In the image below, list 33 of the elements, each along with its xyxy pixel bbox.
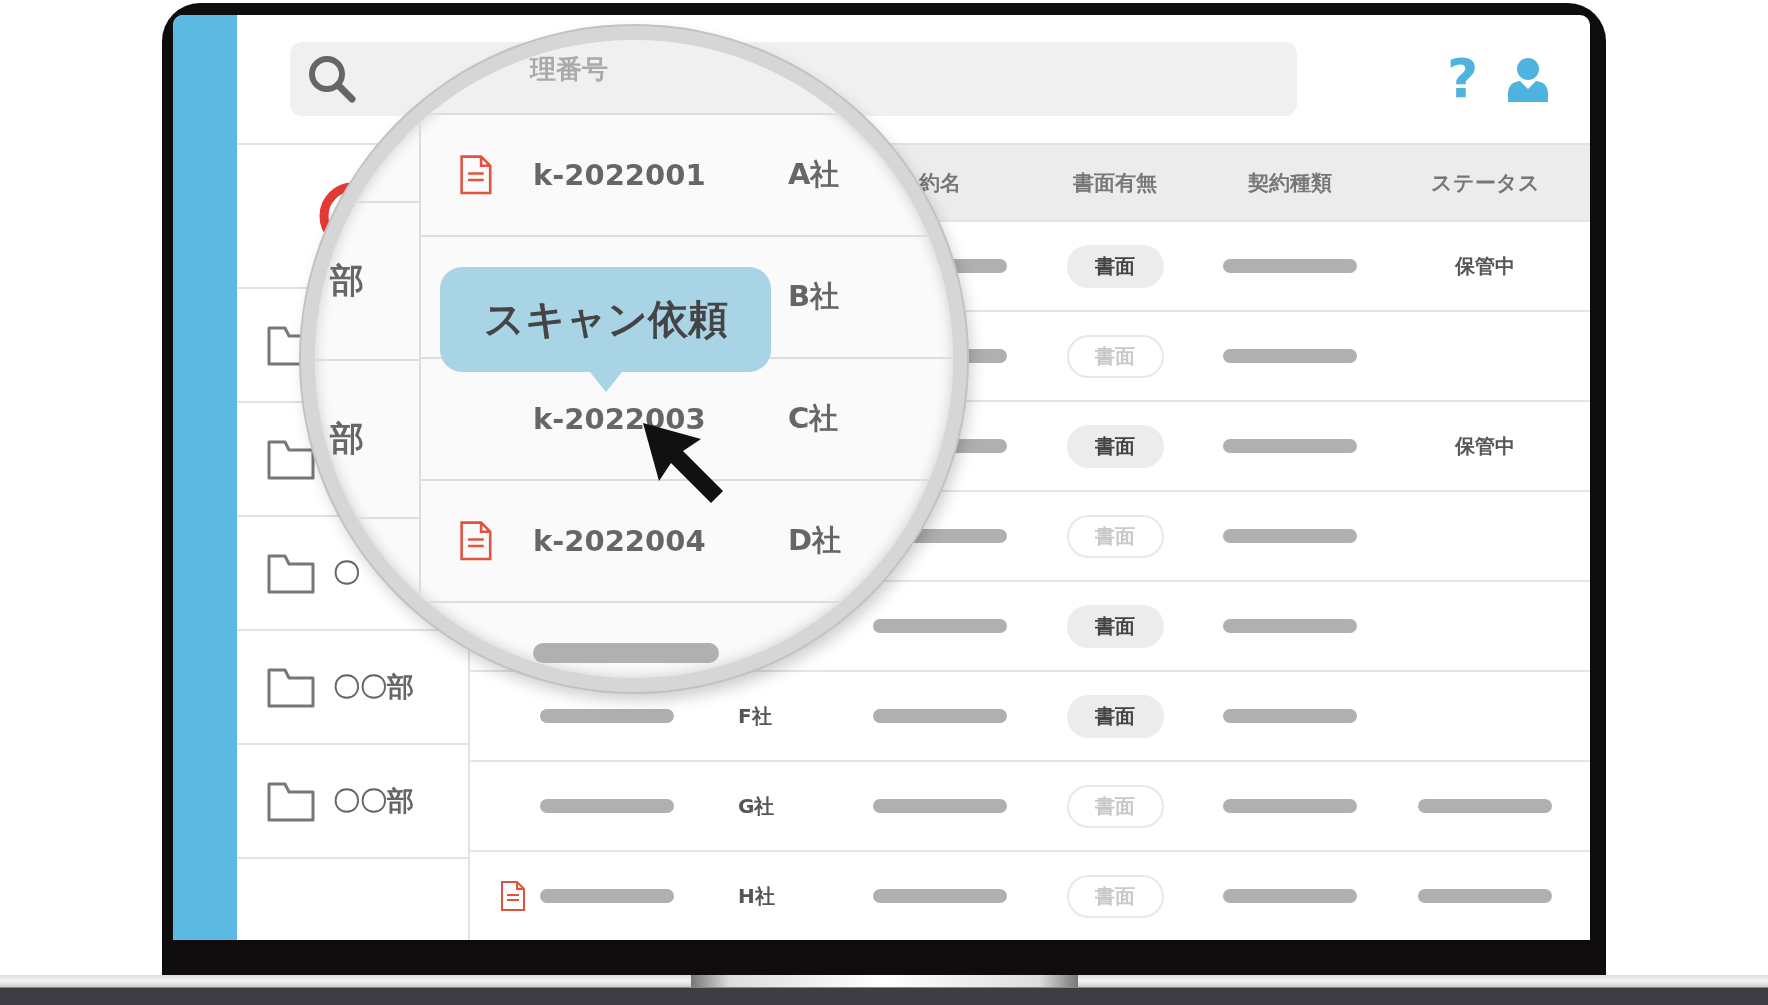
- table-cell-text: B社: [788, 278, 840, 315]
- table-cell: H社: [738, 882, 775, 910]
- search-icon: [306, 53, 358, 105]
- sidebar-item[interactable]: 〇: [267, 552, 360, 594]
- folder-icon: [267, 780, 315, 822]
- folder-icon: [267, 438, 315, 480]
- sidebar-item[interactable]: 〇〇部: [267, 666, 414, 708]
- column-header: 書面有無: [1073, 169, 1157, 197]
- user-icon[interactable]: [1506, 56, 1551, 102]
- sidebar-item[interactable]: 部: [330, 258, 364, 304]
- sidebar-item[interactable]: [267, 438, 315, 480]
- sidebar-item[interactable]: 〇〇部: [267, 780, 414, 822]
- document-tag: 書面: [1066, 244, 1164, 288]
- table-cell: k-2022003: [533, 402, 706, 436]
- tooltip: スキャン依頼: [440, 267, 771, 392]
- table-cell: G社: [738, 792, 775, 820]
- document-tag: 書面: [1066, 424, 1164, 468]
- document-tag: 書面: [1066, 694, 1164, 738]
- document-tag: 書面: [1066, 604, 1164, 648]
- folder-icon: [267, 666, 315, 708]
- table-cell: 保管中: [1455, 252, 1515, 280]
- column-header: ステータス: [1430, 169, 1540, 197]
- table-cell-text: C社: [788, 400, 839, 437]
- table-cell: k-2022001: [533, 158, 706, 192]
- table-cell-text: A社: [788, 156, 840, 193]
- document-icon: [500, 880, 526, 912]
- column-header: 契約種類: [1248, 169, 1332, 197]
- sidebar-item[interactable]: 部: [330, 416, 364, 462]
- folder-icon: [267, 552, 315, 594]
- table-cell: F社: [738, 702, 772, 730]
- table-cell-text: D社: [788, 522, 842, 559]
- table-cell: k-2022004: [533, 524, 706, 558]
- table-cell: 保管中: [1455, 432, 1515, 460]
